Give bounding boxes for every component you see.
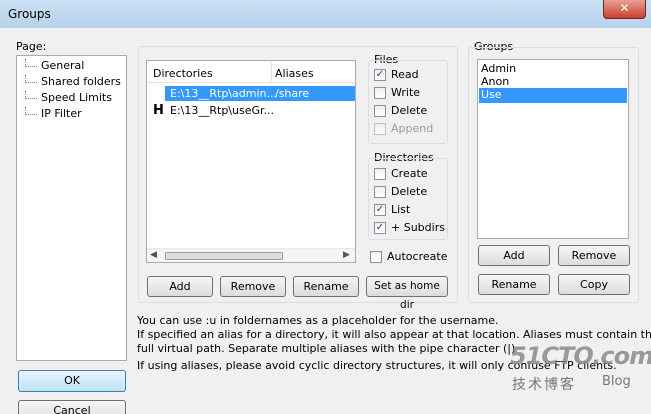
folder-directory: E:\13__Rtp\admin... — [170, 87, 277, 100]
ok-button[interactable]: OK — [18, 370, 126, 392]
check-icon: ✓ — [374, 69, 386, 81]
check-icon: ✓ — [374, 222, 386, 234]
scroll-left-icon[interactable]: ◀ — [150, 250, 157, 260]
column-directories[interactable]: Directories — [153, 67, 213, 80]
remove-folder-button[interactable]: Remove — [220, 276, 286, 297]
tree-item-shared-folders[interactable]: Shared folders — [17, 75, 126, 90]
list-header: Directories Aliases — [147, 61, 355, 83]
copy-group-button[interactable]: Copy — [558, 274, 630, 295]
window-title: Groups — [8, 7, 51, 21]
home-dir-marker: H — [153, 103, 164, 118]
folder-directory: E:\13__Rtp\useGr... — [170, 104, 275, 117]
scroll-right-icon[interactable]: ▶ — [343, 250, 350, 260]
folder-row[interactable]: H E:\13__Rtp\useGr... — [153, 103, 353, 118]
add-folder-button[interactable]: Add — [147, 276, 213, 297]
watermark-blog: Blog — [602, 374, 631, 389]
groups-list[interactable]: Admin Anon Use — [477, 59, 629, 239]
watermark-logo: 51CTO.com 技术博客 Blog — [510, 342, 651, 393]
watermark-site: 51CTO.com — [510, 342, 651, 370]
tree-item-ip-filter[interactable]: IP Filter — [17, 107, 126, 122]
rename-folder-button[interactable]: Rename — [293, 276, 359, 297]
groups-dialog: Groups ✕ Page: General Shared folders Sp… — [0, 0, 651, 414]
folder-alias: /share — [275, 87, 310, 100]
set-home-dir-button[interactable]: Set as home dir — [366, 276, 448, 311]
tree-item-speed-limits[interactable]: Speed Limits — [17, 91, 126, 106]
folder-row[interactable]: E:\13__Rtp\admin... /share — [165, 86, 355, 101]
title-bar: Groups ✕ — [0, 0, 651, 28]
page-tree: General Shared folders Speed Limits IP F… — [16, 55, 127, 361]
group-item-selected[interactable]: Use — [479, 88, 627, 103]
page-label: Page: — [16, 40, 47, 53]
cancel-button[interactable]: Cancel — [18, 400, 126, 414]
scroll-thumb[interactable] — [165, 252, 283, 260]
remove-group-button[interactable]: Remove — [558, 245, 630, 266]
add-group-button[interactable]: Add — [478, 245, 550, 266]
horizontal-scrollbar[interactable]: ◀ ▶ — [147, 248, 355, 262]
tree-item-general[interactable]: General — [17, 59, 126, 74]
check-icon: ✓ — [374, 204, 386, 216]
directories-list[interactable]: Directories Aliases E:\13__Rtp\admin... … — [146, 60, 356, 263]
close-button[interactable]: ✕ — [603, 0, 646, 19]
info-line-3: full virtual path. Separate multiple ali… — [137, 342, 516, 355]
info-line-1: You can use :u in foldernames as a place… — [137, 314, 499, 327]
column-aliases[interactable]: Aliases — [275, 67, 314, 80]
watermark-sub: 技术博客 — [512, 377, 576, 393]
rename-group-button[interactable]: Rename — [478, 274, 550, 295]
info-line-2: If specified an alias for a directory, i… — [137, 328, 651, 341]
